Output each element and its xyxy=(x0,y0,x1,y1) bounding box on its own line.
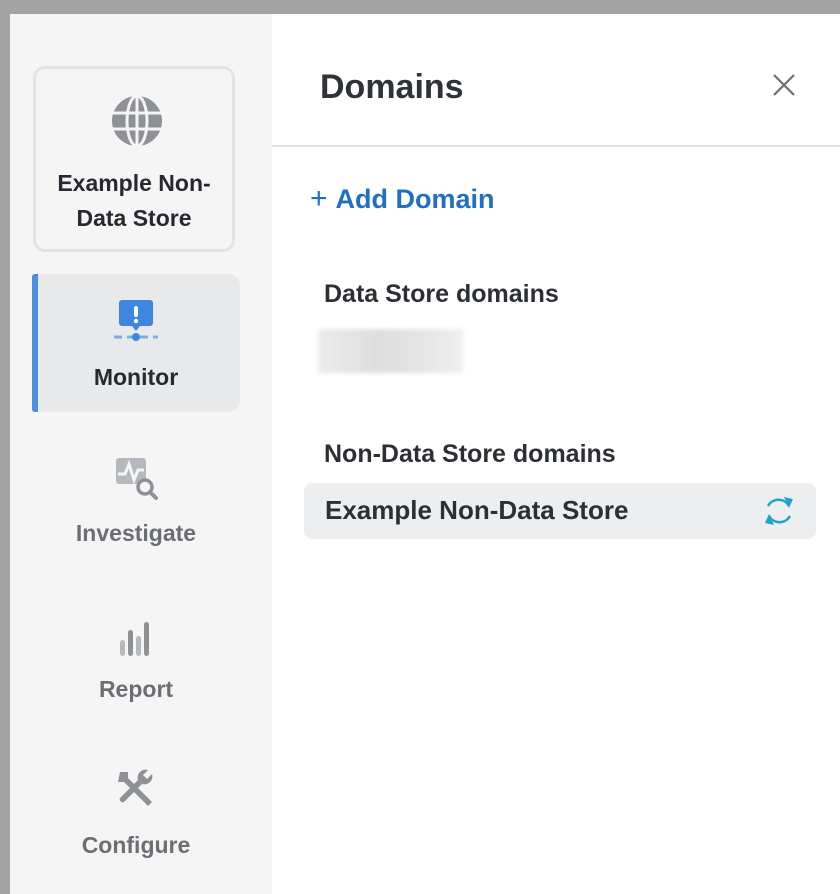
nav-item-investigate[interactable]: Investigate xyxy=(32,432,240,570)
nav-label-configure: Configure xyxy=(81,832,191,858)
sidebar: Example Non-Data Store Monitor Investiga… xyxy=(10,14,272,894)
nav-label-report: Report xyxy=(98,676,174,702)
bar-chart-icon xyxy=(120,622,149,656)
nav-item-configure[interactable]: Configure xyxy=(32,744,240,882)
investigate-icon xyxy=(116,458,158,500)
section-heading-non-data-store: Non-Data Store domains xyxy=(324,440,616,468)
section-heading-data-store: Data Store domains xyxy=(324,280,559,308)
nav-item-monitor[interactable]: Monitor xyxy=(32,274,240,412)
close-icon[interactable] xyxy=(771,72,797,98)
add-domain-button[interactable]: + Add Domain xyxy=(310,182,495,216)
context-label: Example Non-Data Store xyxy=(57,170,211,231)
nav-label-monitor: Monitor xyxy=(93,364,179,390)
add-domain-label: Add Domain xyxy=(335,184,495,214)
sync-icon[interactable] xyxy=(762,495,796,527)
redacted-domain xyxy=(318,329,463,373)
panel-divider xyxy=(272,145,840,147)
active-indicator xyxy=(32,274,38,412)
domains-panel: Domains + Add Domain Data Store domains N… xyxy=(272,14,840,894)
context-switcher[interactable]: Example Non-Data Store xyxy=(33,66,235,252)
nav-item-report[interactable]: Report xyxy=(32,588,240,726)
nav-label-investigate: Investigate xyxy=(75,520,197,546)
plus-icon: + xyxy=(310,182,328,215)
panel-title: Domains xyxy=(320,68,464,106)
monitor-alert-icon xyxy=(114,300,158,341)
domain-row[interactable]: Example Non-Data Store xyxy=(304,483,816,539)
tools-icon xyxy=(118,769,153,806)
domain-row-label: Example Non-Data Store xyxy=(325,495,629,525)
globe-icon xyxy=(112,94,162,148)
